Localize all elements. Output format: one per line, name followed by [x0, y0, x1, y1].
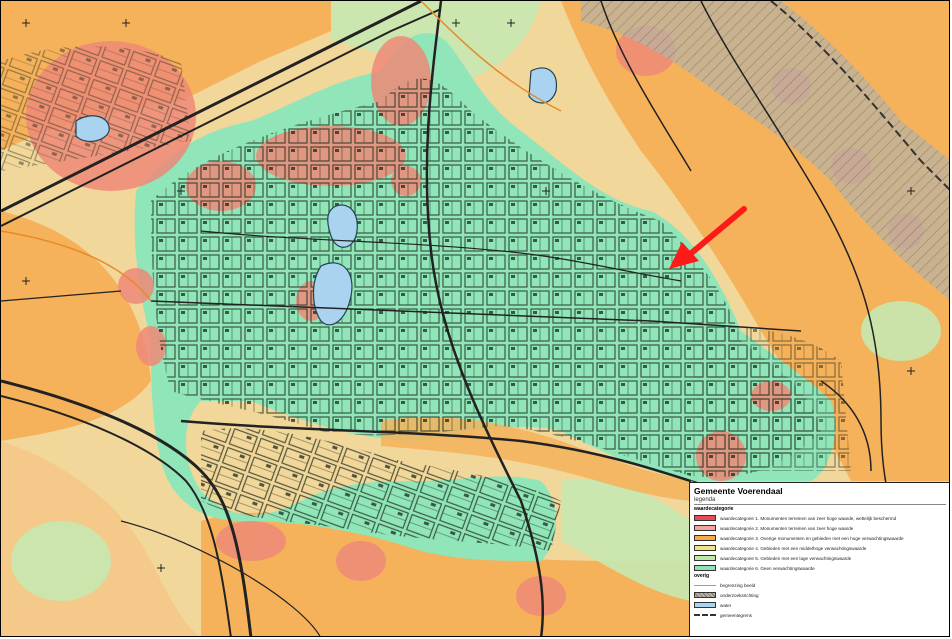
legend-other-label: gemeentegrens [720, 612, 752, 618]
legend-other-label: onderzoeksrichting [720, 592, 759, 598]
legend-item-label: waardecategorie 6. Geen verwachtingswaar… [720, 565, 815, 571]
legend-other-item: begrenzing beeld [694, 580, 946, 590]
legend-section-values: waardecategorie [694, 506, 734, 512]
legend-symbol [694, 592, 716, 598]
legend-item-label: waardecategorie 2. Monumenten terreinen … [720, 525, 854, 531]
legend-swatch [694, 515, 716, 521]
legend-value-list: waardecategorie 1. Monumenten terreinen … [694, 513, 946, 573]
legend-other-list: begrenzing beeld onderzoeksrichting water g… [694, 580, 946, 620]
legend-other-item: gemeentegrens [694, 610, 946, 620]
legend-swatch [694, 525, 716, 531]
legend-item: waardecategorie 1. Monumenten terreinen … [694, 513, 946, 523]
legend-other-item: onderzoeksrichting [694, 590, 946, 600]
map-legend: Gemeente Voerendaal legenda waardecatego… [689, 482, 949, 636]
legend-item-label: waardecategorie 4. Gebieden met een midd… [720, 545, 867, 551]
legend-other-label: water [720, 602, 732, 608]
legend-symbol [694, 584, 716, 586]
legend-symbol [694, 614, 716, 616]
legend-other-label: begrenzing beeld [720, 582, 756, 588]
legend-subtitle: legenda [694, 496, 946, 505]
legend-swatch [694, 535, 716, 541]
legend-title: Gemeente Voerendaal [694, 486, 783, 496]
legend-symbol [694, 602, 716, 608]
legend-item: waardecategorie 6. Geen verwachtingswaar… [694, 563, 946, 573]
legend-item-label: waardecategorie 1. Monumenten terreinen … [720, 515, 897, 521]
legend-item: waardecategorie 5. Gebieden met een lage… [694, 553, 946, 563]
legend-item-label: waardecategorie 3. Overige monumenten en… [720, 535, 904, 541]
legend-item: waardecategorie 2. Monumenten terreinen … [694, 523, 946, 533]
legend-swatch [694, 565, 716, 571]
legend-swatch [694, 555, 716, 561]
legend-swatch [694, 545, 716, 551]
legend-item-label: waardecategorie 5. Gebieden met een lage… [720, 555, 852, 561]
legend-other-item: water [694, 600, 946, 610]
legend-item: waardecategorie 3. Overige monumenten en… [694, 533, 946, 543]
map-frame: Gemeente Voerendaal legenda waardecatego… [0, 0, 950, 637]
legend-section-other: overig [694, 573, 710, 579]
legend-item: waardecategorie 4. Gebieden met een midd… [694, 543, 946, 553]
